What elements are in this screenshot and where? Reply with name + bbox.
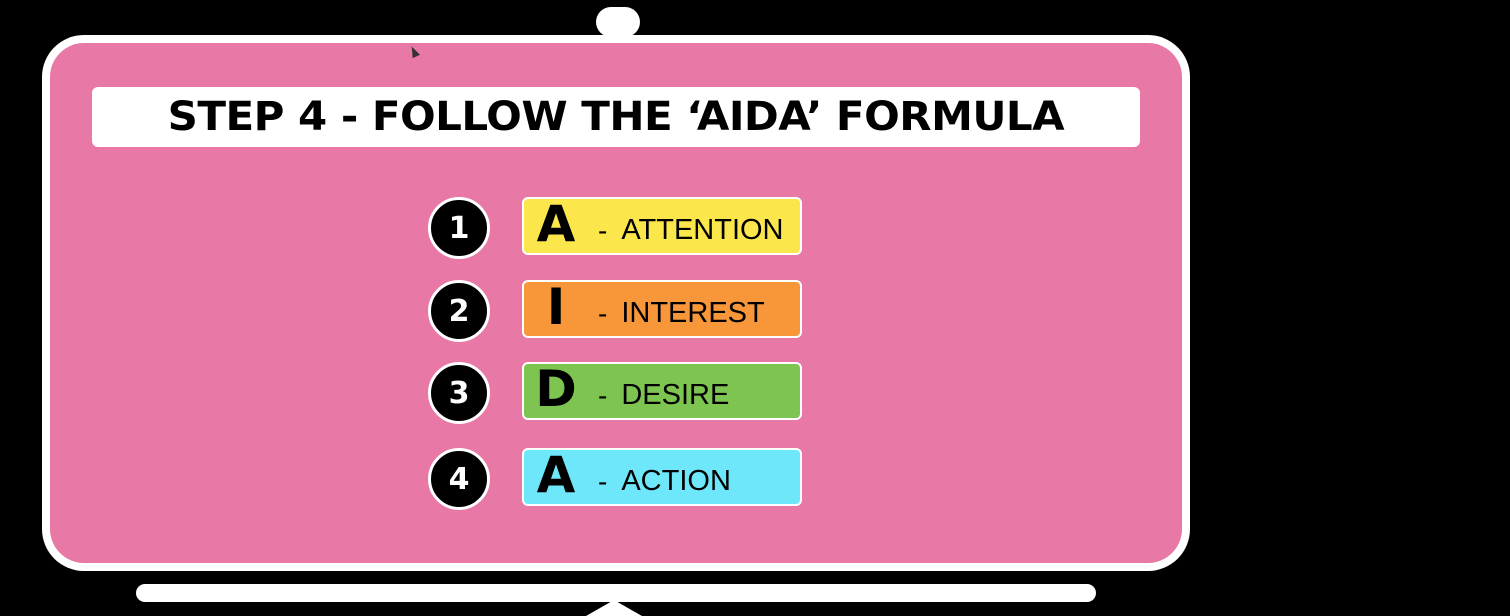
slide-title: STEP 4 - FOLLOW THE ‘AIDA’ FORMULA: [167, 94, 1065, 140]
screen-top-knob: [596, 7, 640, 37]
step-word: ATTENTION: [621, 214, 784, 246]
step-label-box: D - DESIRE: [522, 362, 802, 420]
step-letter: A: [536, 197, 576, 253]
slide-canvas: STEP 4 - FOLLOW THE ‘AIDA’ FORMULA 1 A -…: [0, 0, 1510, 616]
step-number-badge: 4: [428, 448, 490, 510]
step-number: 2: [448, 293, 470, 329]
screen-stand: [586, 600, 642, 616]
step-number-badge: 3: [428, 362, 490, 424]
step-number: 4: [448, 461, 470, 497]
step-label-box: A - ATTENTION: [522, 197, 802, 255]
step-row-action: 4 A - ACTION: [428, 448, 808, 512]
step-label-box: I - INTEREST: [522, 280, 802, 338]
step-number: 3: [448, 375, 470, 411]
step-dash: -: [598, 298, 608, 329]
step-number: 1: [448, 210, 470, 246]
step-number-badge: 2: [428, 280, 490, 342]
step-row-desire: 3 D - DESIRE: [428, 362, 808, 426]
step-row-interest: 2 I - INTEREST: [428, 280, 808, 344]
step-letter: I: [546, 280, 566, 336]
step-dash: -: [598, 380, 608, 411]
step-word: DESIRE: [621, 379, 730, 411]
step-letter: D: [535, 362, 577, 418]
step-label-box: A - ACTION: [522, 448, 802, 506]
step-number-badge: 1: [428, 197, 490, 259]
step-word: ACTION: [621, 465, 731, 497]
step-row-attention: 1 A - ATTENTION: [428, 197, 808, 261]
step-dash: -: [598, 466, 608, 497]
step-letter: A: [536, 448, 576, 504]
step-dash: -: [598, 215, 608, 246]
title-banner: STEP 4 - FOLLOW THE ‘AIDA’ FORMULA: [92, 87, 1140, 147]
step-word: INTEREST: [621, 297, 765, 329]
